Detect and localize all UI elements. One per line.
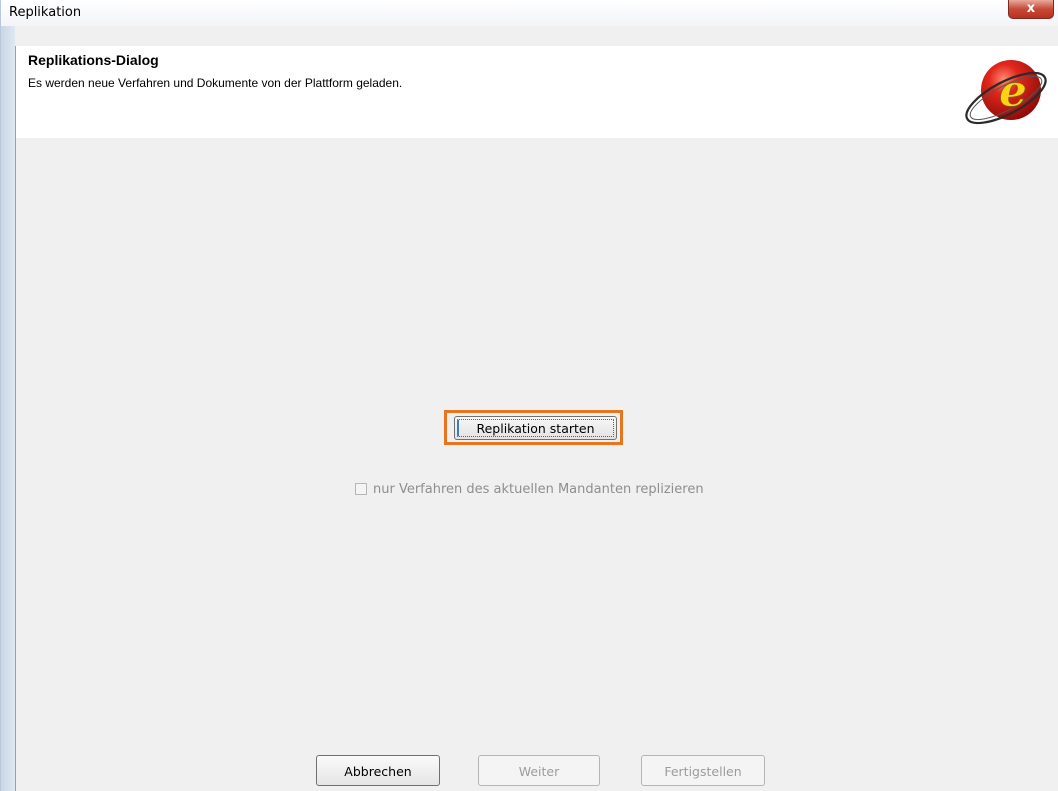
dialog-header: Replikations-Dialog Es werden neue Verfa… [15,46,1058,138]
current-client-only-checkbox[interactable] [355,483,367,495]
replication-window: Replikation x Replikations-Dialog Es wer… [0,0,1058,791]
next-button[interactable]: Weiter [478,755,600,786]
close-button[interactable]: x [1008,0,1054,19]
close-icon: x [1026,1,1036,16]
current-client-only-label: nur Verfahren des aktuellen Mandanten re… [373,481,704,497]
dialog-description: Es werden neue Verfahren und Dokumente v… [28,76,403,90]
finish-button[interactable]: Fertigstellen [641,755,765,786]
title-gap [15,26,1058,46]
dialog-title: Replikations-Dialog [28,52,159,68]
current-client-only-option: nur Verfahren des aktuellen Mandanten re… [355,480,704,498]
cancel-button[interactable]: Abbrechen [316,755,440,786]
window-frame-left [1,26,15,791]
logo-letter: e [999,66,1027,117]
title-bar[interactable]: Replikation x [1,0,1058,27]
e-logo-icon: e [965,60,1047,125]
start-replication-button[interactable]: Replikation starten [454,416,617,440]
window-title: Replikation [9,5,82,20]
